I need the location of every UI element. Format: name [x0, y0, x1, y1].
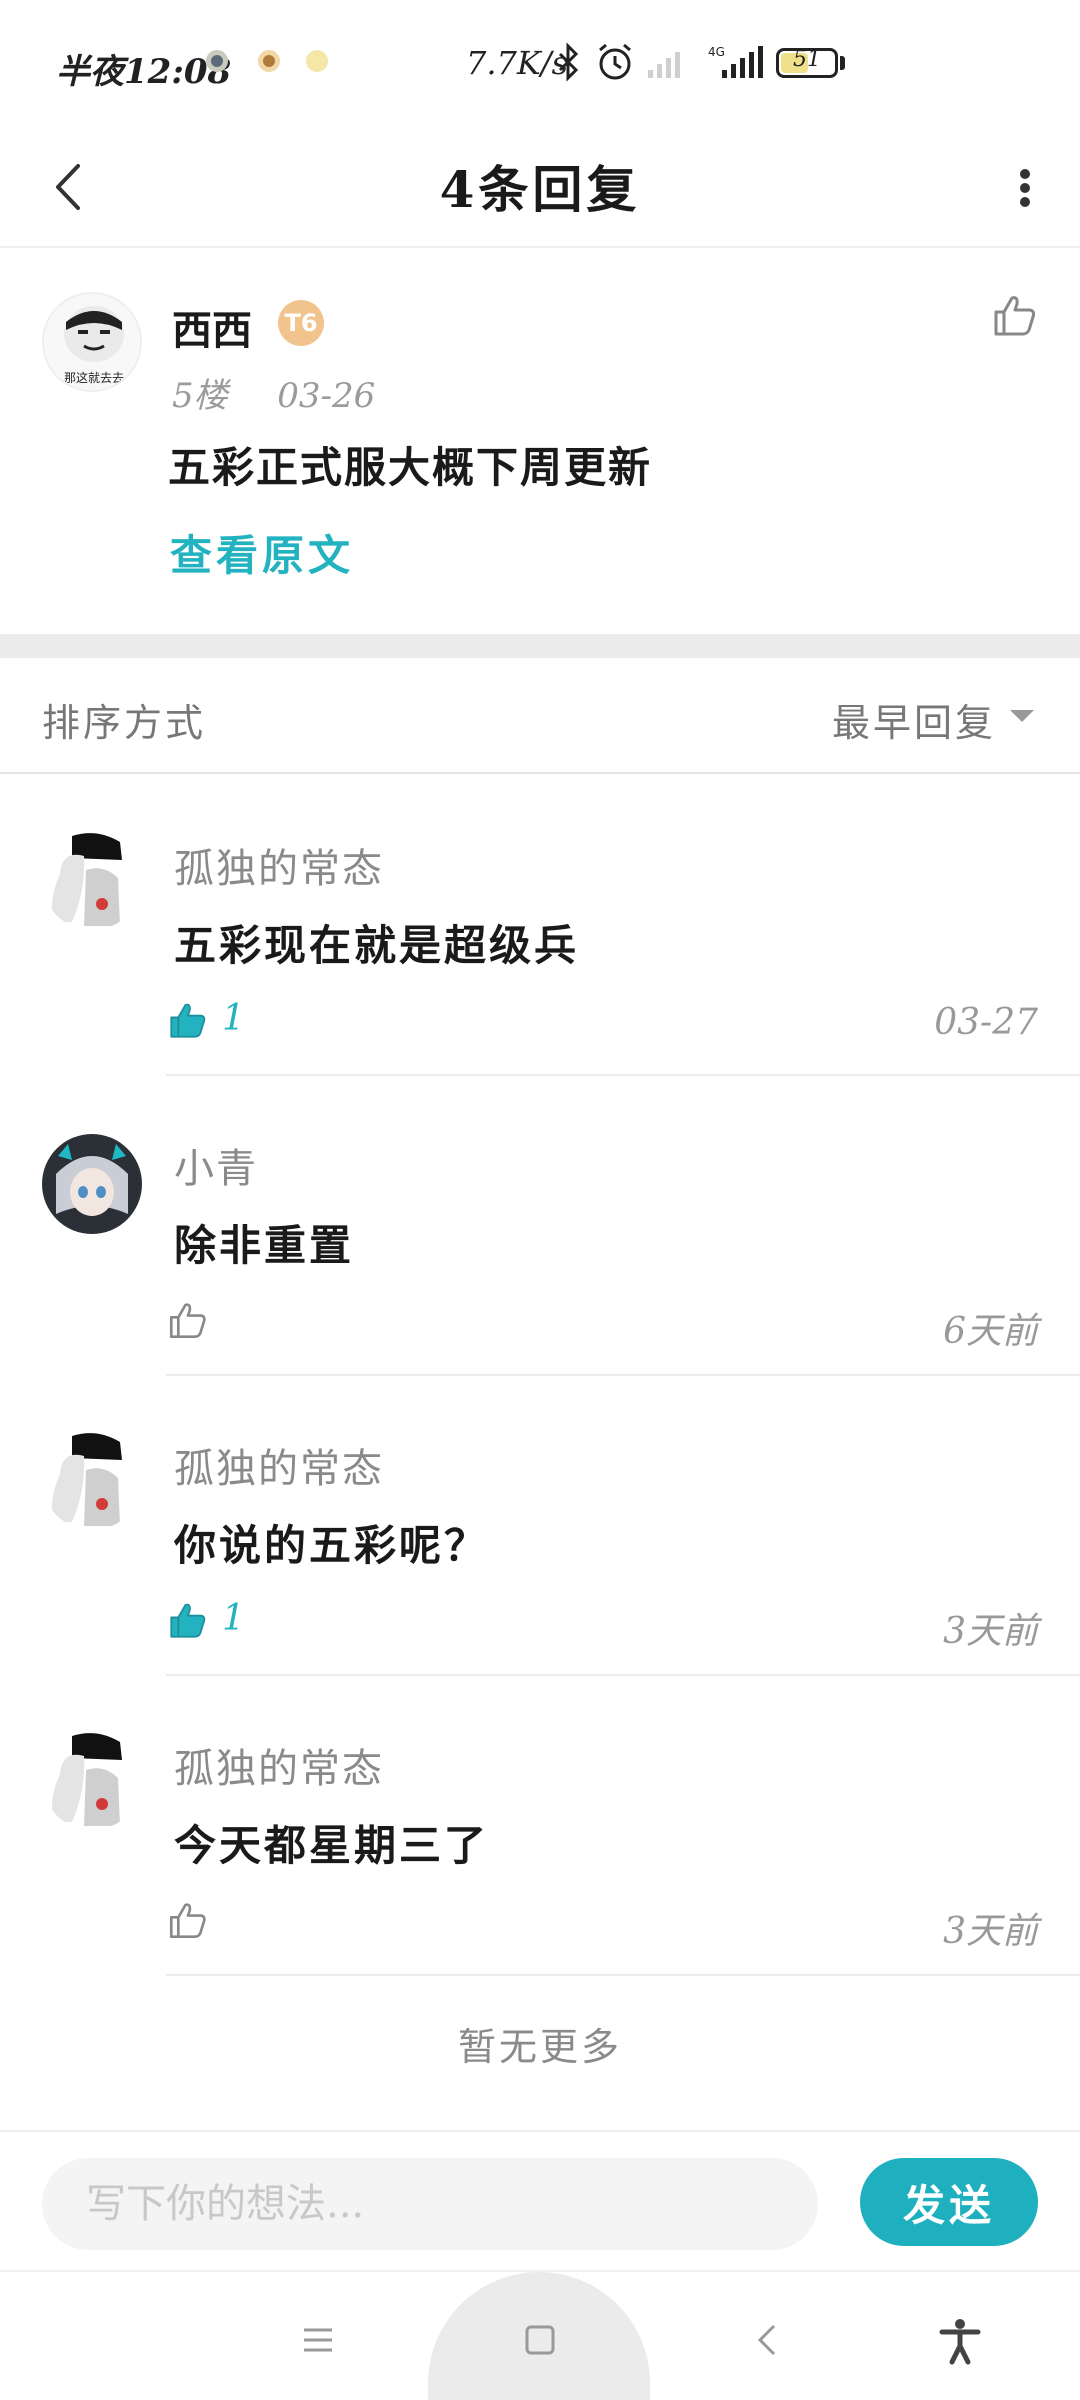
avatar[interactable]: [42, 1730, 142, 1830]
thumbs-up-filled-icon: [170, 1003, 206, 1038]
like-button[interactable]: [166, 1898, 210, 1948]
divider: [166, 1974, 1080, 1976]
svg-text:4G: 4G: [708, 45, 725, 59]
comment-date: 03-26: [277, 376, 376, 416]
send-button[interactable]: 发送: [860, 2158, 1038, 2246]
reply-item: 孤独的常态 你说的五彩呢？ 1 3天前: [0, 1376, 1080, 1676]
avatar[interactable]: [42, 1134, 142, 1234]
anime-avatar-icon: [42, 1134, 142, 1234]
signal-icon: [648, 52, 680, 78]
avatar[interactable]: 那这就去去: [42, 292, 142, 392]
reply-author[interactable]: 小青: [174, 1136, 258, 1194]
app-notification-icon: [258, 50, 280, 72]
reply-author[interactable]: 孤独的常态: [174, 1736, 384, 1794]
like-button[interactable]: [166, 1298, 210, 1348]
reply-item: 孤独的常态 今天都星期三了 3天前: [0, 1676, 1080, 1976]
comment-author[interactable]: 西西: [172, 298, 252, 356]
menu-icon[interactable]: [290, 2312, 346, 2368]
reply-author[interactable]: 孤独的常态: [174, 836, 384, 894]
battery-cap: [840, 56, 845, 70]
net-speed: 7.7K/s: [466, 44, 568, 82]
reply-text: 除非重置: [174, 1221, 355, 1270]
reply-text: 五彩现在就是超级兵: [174, 921, 580, 970]
comment-text: 五彩正式服大概下周更新: [168, 443, 653, 492]
status-time: 半夜12:08: [56, 52, 232, 92]
status-bar: 半夜12:08 7.7K/s 4G 51: [0, 0, 1080, 130]
accessibility-icon[interactable]: [932, 2312, 988, 2368]
composer-bar: 发送: [0, 2130, 1080, 2270]
reply-text: 你说的五彩呢？: [174, 1521, 490, 1570]
anime-avatar-icon: [42, 1730, 142, 1830]
main-comment: 那这就去去 西西 T6 5楼 03-26 五彩正式服大概下周更新 查看原文: [0, 248, 1080, 634]
avatar[interactable]: [42, 830, 142, 930]
reply-author[interactable]: 孤独的常态: [174, 1436, 384, 1494]
section-gap: [0, 634, 1080, 658]
top-nav-bar: 4条回复: [0, 130, 1080, 248]
anime-avatar-icon: [42, 830, 142, 930]
4g-signal-icon: 4G: [708, 45, 763, 78]
reply-item: 孤独的常态 五彩现在就是超级兵 1 03-27: [0, 776, 1080, 1076]
floor-number: 5楼: [172, 376, 228, 416]
sort-label: 排序方式: [42, 701, 207, 745]
thumbs-up-icon: [169, 1903, 206, 1939]
battery-icon: 51: [776, 47, 838, 78]
like-button[interactable]: 1: [166, 1598, 245, 1648]
level-badge: T6: [278, 300, 324, 346]
thumbs-up-icon: [169, 1303, 206, 1339]
page-title: 4条回复: [439, 160, 641, 219]
reply-time: 03-27: [934, 1002, 1038, 1043]
app-notification-icon: [206, 50, 228, 72]
bluetooth-icon: [558, 42, 579, 82]
caret-down-icon[interactable]: [1010, 710, 1034, 722]
reply-time: 3天前: [943, 1611, 1038, 1652]
reply-text: 今天都星期三了: [174, 1821, 490, 1870]
avatar[interactable]: [42, 1430, 142, 1530]
avatar-caption: 那这就去去: [64, 370, 124, 385]
comment-meta: 5楼 03-26: [172, 368, 375, 417]
like-count: 1: [222, 1598, 245, 1639]
anime-avatar-icon: [42, 1430, 142, 1530]
battery-level: 51: [793, 47, 821, 72]
reply-time: 3天前: [943, 1911, 1038, 1952]
sort-bar: 排序方式 最早回复: [0, 658, 1080, 774]
alarm-icon: [599, 43, 631, 80]
reply-item: 小青 除非重置 6天前: [0, 1076, 1080, 1376]
meme-face-icon: 那这就去去: [44, 294, 140, 390]
sort-dropdown[interactable]: 最早回复: [832, 692, 996, 747]
home-icon[interactable]: [512, 2312, 568, 2368]
more-vertical-icon[interactable]: [1000, 152, 1050, 222]
app-notification-icon: [306, 50, 328, 72]
back-icon[interactable]: [740, 2312, 796, 2368]
system-nav-bar: [0, 2270, 1080, 2400]
no-more-text: 暂无更多: [457, 2025, 622, 2069]
thumbs-up-icon[interactable]: [990, 290, 1040, 340]
reply-time: 6天前: [943, 1311, 1038, 1352]
like-button[interactable]: 1: [166, 998, 245, 1048]
view-original-link[interactable]: 查看原文: [170, 522, 354, 583]
reply-input[interactable]: [42, 2158, 818, 2250]
like-count: 1: [222, 998, 245, 1039]
thumbs-up-filled-icon: [170, 1603, 206, 1638]
